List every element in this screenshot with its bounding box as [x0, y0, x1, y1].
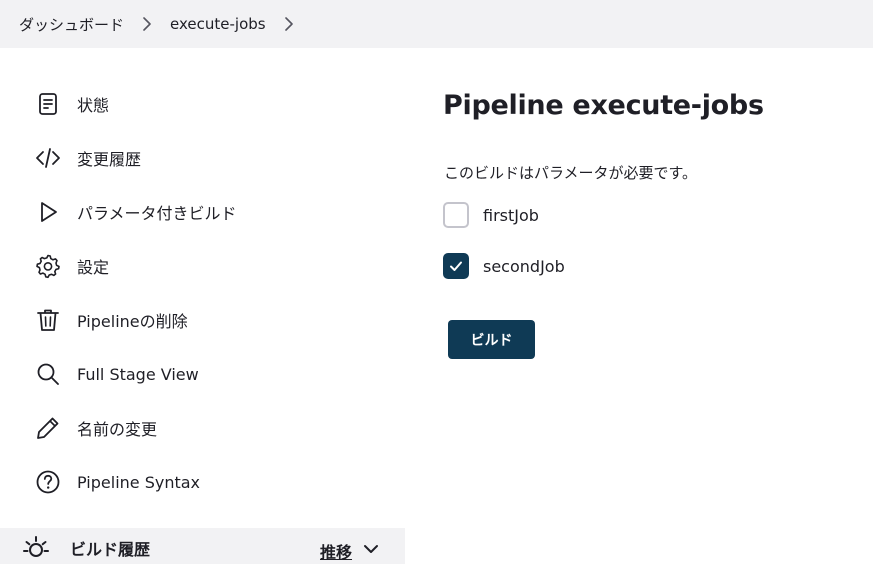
first-job-checkbox[interactable] [443, 202, 469, 228]
sidebar-item-changes[interactable]: 変更履歴 [0, 138, 405, 178]
parameter-second-job[interactable]: secondJob [443, 252, 565, 280]
sidebar-item-rename[interactable]: 名前の変更 [0, 408, 405, 448]
document-icon [35, 91, 61, 117]
main-content: Pipeline execute-jobs このビルドはパラメータが必要です。 … [443, 48, 863, 564]
first-job-label: firstJob [483, 205, 539, 225]
page: ダッシュボード execute-jobs 状態 変更履歴 パラメータ付きビルド … [0, 0, 873, 564]
code-icon [35, 145, 61, 171]
build-button[interactable]: ビルド [448, 320, 535, 359]
trend-link[interactable]: 推移 [320, 539, 352, 563]
sidebar: 状態 変更履歴 パラメータ付きビルド 設定 Pipelineの削除 Full S… [0, 48, 405, 564]
build-history-icon [22, 534, 50, 562]
sidebar-item-status[interactable]: 状態 [0, 84, 405, 124]
sidebar-item-build-with-parameters[interactable]: パラメータ付きビルド [0, 192, 405, 232]
pencil-icon [35, 415, 61, 441]
sidebar-item-label: Pipelineの削除 [77, 312, 188, 331]
sidebar-item-label: 状態 [77, 96, 110, 115]
second-job-checkbox[interactable] [443, 253, 469, 279]
sidebar-item-label: Full Stage View [77, 364, 199, 384]
sidebar-item-label: 設定 [77, 258, 110, 277]
breadcrumb-dashboard[interactable]: ダッシュボード [19, 14, 124, 35]
search-icon [35, 361, 61, 387]
parameters-description: このビルドはパラメータが必要です。 [444, 164, 698, 182]
play-icon [35, 199, 61, 225]
build-history-header: ビルド履歴 推移 [0, 528, 405, 564]
chevron-right-icon[interactable] [266, 14, 312, 34]
sidebar-item-full-stage-view[interactable]: Full Stage View [0, 354, 405, 394]
trash-icon [35, 307, 61, 333]
gear-icon [35, 253, 61, 279]
sidebar-item-label: 変更履歴 [77, 150, 142, 169]
second-job-label: secondJob [483, 256, 565, 276]
sidebar-item-label: パラメータ付きビルド [77, 204, 237, 223]
sidebar-item-label: 名前の変更 [77, 420, 158, 439]
page-title: Pipeline execute-jobs [443, 90, 764, 121]
breadcrumb: ダッシュボード execute-jobs [0, 0, 873, 48]
chevron-down-icon[interactable] [363, 543, 379, 555]
parameter-first-job[interactable]: firstJob [443, 201, 539, 229]
sidebar-item-delete-pipeline[interactable]: Pipelineの削除 [0, 300, 405, 340]
sidebar-item-label: Pipeline Syntax [77, 472, 201, 492]
chevron-right-icon[interactable] [124, 14, 170, 34]
breadcrumb-execute-jobs[interactable]: execute-jobs [170, 15, 266, 33]
sidebar-item-configure[interactable]: 設定 [0, 246, 405, 286]
checkmark-icon [450, 261, 462, 271]
build-history-title: ビルド履歴 [70, 540, 151, 559]
help-icon [35, 469, 61, 495]
sidebar-item-pipeline-syntax[interactable]: Pipeline Syntax [0, 462, 405, 502]
